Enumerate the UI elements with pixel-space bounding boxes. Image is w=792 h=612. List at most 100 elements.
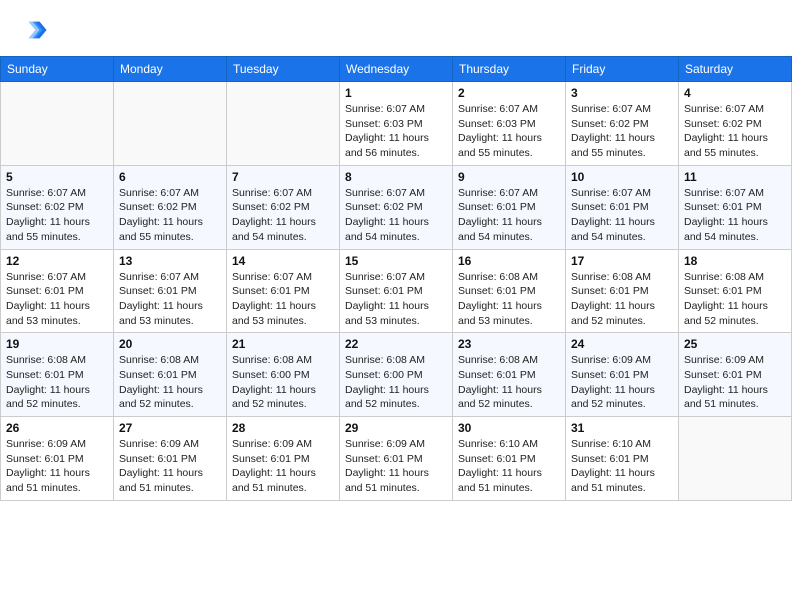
day-info: Sunrise: 6:10 AM Sunset: 6:01 PM Dayligh… <box>458 437 560 496</box>
day-info: Sunrise: 6:08 AM Sunset: 6:01 PM Dayligh… <box>684 270 786 329</box>
day-number: 10 <box>571 170 673 184</box>
calendar-cell <box>679 417 792 501</box>
day-number: 14 <box>232 254 334 268</box>
day-number: 28 <box>232 421 334 435</box>
day-info: Sunrise: 6:07 AM Sunset: 6:02 PM Dayligh… <box>684 102 786 161</box>
calendar-week-row: 5 Sunrise: 6:07 AM Sunset: 6:02 PM Daylig… <box>1 165 792 249</box>
day-number: 13 <box>119 254 221 268</box>
day-info: Sunrise: 6:07 AM Sunset: 6:02 PM Dayligh… <box>345 186 447 245</box>
calendar-day-header: Friday <box>566 57 679 82</box>
calendar-cell: 9 Sunrise: 6:07 AM Sunset: 6:01 PM Daylig… <box>453 165 566 249</box>
day-number: 26 <box>6 421 108 435</box>
day-number: 7 <box>232 170 334 184</box>
calendar-cell: 1 Sunrise: 6:07 AM Sunset: 6:03 PM Daylig… <box>340 82 453 166</box>
calendar-cell: 7 Sunrise: 6:07 AM Sunset: 6:02 PM Daylig… <box>227 165 340 249</box>
day-number: 3 <box>571 86 673 100</box>
calendar-cell: 2 Sunrise: 6:07 AM Sunset: 6:03 PM Daylig… <box>453 82 566 166</box>
calendar-day-header: Saturday <box>679 57 792 82</box>
day-info: Sunrise: 6:09 AM Sunset: 6:01 PM Dayligh… <box>232 437 334 496</box>
day-info: Sunrise: 6:07 AM Sunset: 6:03 PM Dayligh… <box>458 102 560 161</box>
calendar-cell: 23 Sunrise: 6:08 AM Sunset: 6:01 PM Dayli… <box>453 333 566 417</box>
day-number: 8 <box>345 170 447 184</box>
day-info: Sunrise: 6:09 AM Sunset: 6:01 PM Dayligh… <box>345 437 447 496</box>
calendar-cell <box>1 82 114 166</box>
calendar-cell: 3Sunrise: 6:07 AM Sunset: 6:02 PM Daylig… <box>566 82 679 166</box>
day-info: Sunrise: 6:07 AM Sunset: 6:02 PM Dayligh… <box>6 186 108 245</box>
day-number: 2 <box>458 86 560 100</box>
calendar-cell: 30 Sunrise: 6:10 AM Sunset: 6:01 PM Dayli… <box>453 417 566 501</box>
day-info: Sunrise: 6:08 AM Sunset: 6:01 PM Dayligh… <box>571 270 673 329</box>
day-number: 12 <box>6 254 108 268</box>
day-info: Sunrise: 6:08 AM Sunset: 6:01 PM Dayligh… <box>6 353 108 412</box>
day-number: 17 <box>571 254 673 268</box>
calendar-day-header: Tuesday <box>227 57 340 82</box>
day-number: 25 <box>684 337 786 351</box>
day-number: 1 <box>345 86 447 100</box>
day-info: Sunrise: 6:09 AM Sunset: 6:01 PM Dayligh… <box>684 353 786 412</box>
day-number: 16 <box>458 254 560 268</box>
calendar-week-row: 1 Sunrise: 6:07 AM Sunset: 6:03 PM Daylig… <box>1 82 792 166</box>
day-number: 9 <box>458 170 560 184</box>
day-number: 19 <box>6 337 108 351</box>
calendar-header-row: SundayMondayTuesdayWednesdayThursdayFrid… <box>1 57 792 82</box>
calendar-cell: 28 Sunrise: 6:09 AM Sunset: 6:01 PM Dayli… <box>227 417 340 501</box>
day-number: 23 <box>458 337 560 351</box>
day-info: Sunrise: 6:09 AM Sunset: 6:01 PM Dayligh… <box>6 437 108 496</box>
day-info: Sunrise: 6:07 AM Sunset: 6:02 PM Dayligh… <box>119 186 221 245</box>
day-number: 11 <box>684 170 786 184</box>
calendar-cell: 5 Sunrise: 6:07 AM Sunset: 6:02 PM Daylig… <box>1 165 114 249</box>
day-number: 21 <box>232 337 334 351</box>
calendar-cell <box>227 82 340 166</box>
logo-icon <box>20 16 48 44</box>
calendar-cell: 12 Sunrise: 6:07 AM Sunset: 6:01 PM Dayli… <box>1 249 114 333</box>
day-info: Sunrise: 6:09 AM Sunset: 6:01 PM Dayligh… <box>119 437 221 496</box>
day-number: 18 <box>684 254 786 268</box>
day-info: Sunrise: 6:07 AM Sunset: 6:03 PM Dayligh… <box>345 102 447 161</box>
day-info: Sunrise: 6:07 AM Sunset: 6:01 PM Dayligh… <box>345 270 447 329</box>
calendar-week-row: 26 Sunrise: 6:09 AM Sunset: 6:01 PM Dayli… <box>1 417 792 501</box>
day-info: Sunrise: 6:07 AM Sunset: 6:02 PM Dayligh… <box>232 186 334 245</box>
calendar-cell: 11 Sunrise: 6:07 AM Sunset: 6:01 PM Dayli… <box>679 165 792 249</box>
calendar-cell <box>114 82 227 166</box>
day-number: 31 <box>571 421 673 435</box>
day-number: 30 <box>458 421 560 435</box>
day-info: Sunrise: 6:07 AM Sunset: 6:01 PM Dayligh… <box>119 270 221 329</box>
day-info: Sunrise: 6:08 AM Sunset: 6:01 PM Dayligh… <box>119 353 221 412</box>
calendar-cell: 16 Sunrise: 6:08 AM Sunset: 6:01 PM Dayli… <box>453 249 566 333</box>
calendar-cell: 18 Sunrise: 6:08 AM Sunset: 6:01 PM Dayli… <box>679 249 792 333</box>
day-info: Sunrise: 6:07 AM Sunset: 6:01 PM Dayligh… <box>232 270 334 329</box>
day-number: 20 <box>119 337 221 351</box>
day-info: Sunrise: 6:08 AM Sunset: 6:00 PM Dayligh… <box>232 353 334 412</box>
day-number: 5 <box>6 170 108 184</box>
day-number: 4 <box>684 86 786 100</box>
calendar-cell: 19 Sunrise: 6:08 AM Sunset: 6:01 PM Dayli… <box>1 333 114 417</box>
day-info: Sunrise: 6:08 AM Sunset: 6:01 PM Dayligh… <box>458 353 560 412</box>
day-info: Sunrise: 6:07 AM Sunset: 6:01 PM Dayligh… <box>6 270 108 329</box>
calendar-cell: 26 Sunrise: 6:09 AM Sunset: 6:01 PM Dayli… <box>1 417 114 501</box>
calendar-day-header: Monday <box>114 57 227 82</box>
calendar-cell: 25 Sunrise: 6:09 AM Sunset: 6:01 PM Dayli… <box>679 333 792 417</box>
calendar-cell: 15Sunrise: 6:07 AM Sunset: 6:01 PM Dayli… <box>340 249 453 333</box>
day-number: 27 <box>119 421 221 435</box>
calendar-cell: 10 Sunrise: 6:07 AM Sunset: 6:01 PM Dayli… <box>566 165 679 249</box>
calendar-day-header: Sunday <box>1 57 114 82</box>
day-info: Sunrise: 6:08 AM Sunset: 6:00 PM Dayligh… <box>345 353 447 412</box>
day-info: Sunrise: 6:09 AM Sunset: 6:01 PM Dayligh… <box>571 353 673 412</box>
calendar-cell: 14 Sunrise: 6:07 AM Sunset: 6:01 PM Dayli… <box>227 249 340 333</box>
day-info: Sunrise: 6:08 AM Sunset: 6:01 PM Dayligh… <box>458 270 560 329</box>
day-info: Sunrise: 6:07 AM Sunset: 6:01 PM Dayligh… <box>684 186 786 245</box>
day-number: 22 <box>345 337 447 351</box>
calendar-cell: 21 Sunrise: 6:08 AM Sunset: 6:00 PM Dayli… <box>227 333 340 417</box>
calendar-cell: 4 Sunrise: 6:07 AM Sunset: 6:02 PM Daylig… <box>679 82 792 166</box>
calendar-cell: 13 Sunrise: 6:07 AM Sunset: 6:01 PM Dayli… <box>114 249 227 333</box>
day-info: Sunrise: 6:07 AM Sunset: 6:01 PM Dayligh… <box>458 186 560 245</box>
calendar-cell: 29Sunrise: 6:09 AM Sunset: 6:01 PM Dayli… <box>340 417 453 501</box>
calendar-cell: 6Sunrise: 6:07 AM Sunset: 6:02 PM Daylig… <box>114 165 227 249</box>
day-info: Sunrise: 6:10 AM Sunset: 6:01 PM Dayligh… <box>571 437 673 496</box>
logo <box>20 16 52 44</box>
calendar-cell: 20 Sunrise: 6:08 AM Sunset: 6:01 PM Dayli… <box>114 333 227 417</box>
day-info: Sunrise: 6:07 AM Sunset: 6:01 PM Dayligh… <box>571 186 673 245</box>
calendar-cell: 17 Sunrise: 6:08 AM Sunset: 6:01 PM Dayli… <box>566 249 679 333</box>
calendar-cell: 24Sunrise: 6:09 AM Sunset: 6:01 PM Dayli… <box>566 333 679 417</box>
calendar-day-header: Thursday <box>453 57 566 82</box>
